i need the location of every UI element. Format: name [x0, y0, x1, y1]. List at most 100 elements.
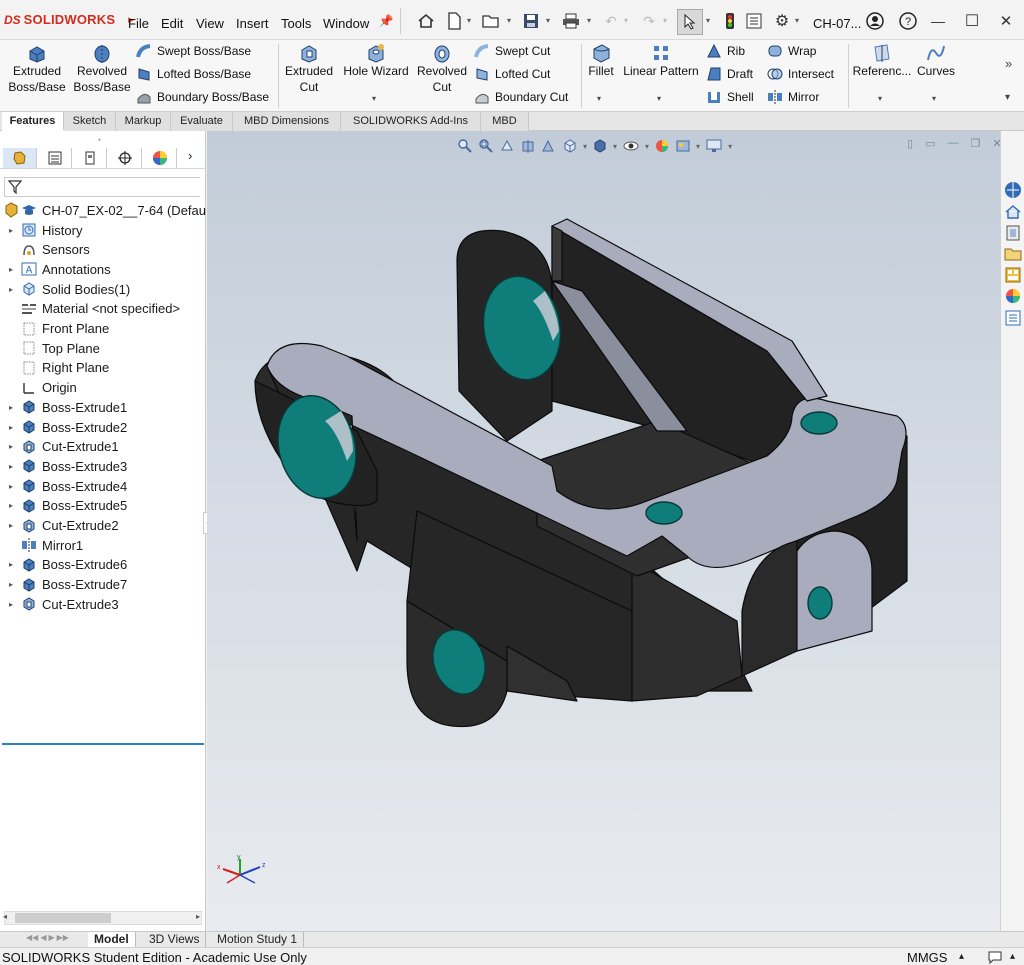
chevron-down-icon[interactable]: ▾: [663, 16, 667, 25]
chevron-down-icon[interactable]: ▾: [372, 94, 376, 103]
curves-button[interactable]: Curves: [914, 43, 958, 79]
chevron-down-icon[interactable]: ▾: [706, 16, 710, 25]
rebuild-traffic-light-icon[interactable]: [721, 12, 739, 30]
top-right-counterbore-hole[interactable]: [800, 411, 838, 435]
rib-button[interactable]: Rib: [706, 41, 745, 61]
rollback-bar[interactable]: [2, 743, 204, 745]
new-document-icon[interactable]: [445, 12, 463, 30]
tree-item-top-plane[interactable]: Top Plane: [0, 338, 206, 358]
expand-arrow-icon[interactable]: ▸: [4, 226, 18, 235]
swept-boss-base-button[interactable]: Swept Boss/Base: [136, 41, 251, 61]
extruded-cut-button[interactable]: Extruded Cut: [283, 43, 335, 95]
close-icon[interactable]: ✕: [997, 12, 1015, 30]
hole-wizard-button[interactable]: Hole Wizard: [340, 43, 412, 79]
dimxpert-manager-tab[interactable]: [108, 148, 142, 168]
chevron-down-icon[interactable]: ▾: [624, 16, 628, 25]
tree-item-boss-extrude7[interactable]: ▸ Boss-Extrude7: [0, 575, 206, 595]
unit-system-selector[interactable]: MMGS: [907, 950, 947, 965]
design-library-icon[interactable]: [1004, 224, 1022, 242]
chevron-down-icon[interactable]: ▾: [597, 94, 601, 103]
tree-item-origin[interactable]: Origin: [0, 378, 206, 398]
expand-arrow-icon[interactable]: ▸: [4, 423, 18, 432]
expand-arrow-icon[interactable]: ▸: [4, 521, 18, 530]
tree-item-annotations[interactable]: ▸ A Annotations: [0, 259, 206, 279]
chevron-down-icon[interactable]: ▾: [657, 94, 661, 103]
menu-edit[interactable]: Edit: [161, 16, 183, 31]
feature-manager-tab[interactable]: [3, 148, 37, 168]
tree-item-boss-extrude5[interactable]: ▸ Boss-Extrude5: [0, 496, 206, 516]
menu-file[interactable]: File: [128, 16, 149, 31]
expand-arrow-icon[interactable]: ▸: [4, 285, 18, 294]
tree-item-boss-extrude4[interactable]: ▸ Boss-Extrude4: [0, 476, 206, 496]
chevron-down-icon[interactable]: ▾: [878, 94, 882, 103]
pin-icon[interactable]: 📌: [377, 12, 395, 30]
solidworks-resources-globe-icon[interactable]: [1004, 181, 1022, 199]
property-manager-tab[interactable]: [38, 148, 72, 168]
menu-insert[interactable]: Insert: [236, 16, 269, 31]
maximize-icon[interactable]: ☐: [963, 12, 981, 30]
tree-filter-field[interactable]: [4, 177, 200, 197]
expand-arrow-icon[interactable]: ▸: [4, 501, 18, 510]
expand-arrow-icon[interactable]: ▸: [4, 265, 18, 274]
open-folder-icon[interactable]: [482, 12, 500, 30]
undo-icon[interactable]: ↶: [602, 12, 620, 30]
graphics-area[interactable]: ▾ ▾ ▾ ▾ ▾ ▯ ▭ — ❐ ✕ y z x: [207, 131, 1000, 931]
tree-item-boss-extrude2[interactable]: ▸ Boss-Extrude2: [0, 417, 206, 437]
fillet-button[interactable]: Fillet: [585, 43, 617, 79]
home-icon[interactable]: [417, 12, 435, 30]
chevron-right-icon[interactable]: ›: [188, 148, 192, 163]
tree-item-right-plane[interactable]: Right Plane: [0, 358, 206, 378]
top-front-counterbore-hole[interactable]: [645, 501, 683, 525]
boundary-cut-button[interactable]: Boundary Cut: [474, 87, 568, 107]
tab-mbd-dimensions[interactable]: MBD Dimensions: [233, 112, 341, 131]
part-model[interactable]: [207, 131, 1000, 931]
configuration-manager-tab[interactable]: [73, 148, 107, 168]
shell-button[interactable]: Shell: [706, 87, 754, 107]
last-tab-icon[interactable]: ▶▶: [57, 933, 69, 942]
chevron-down-icon[interactable]: ▾: [932, 94, 936, 103]
wrap-button[interactable]: Wrap: [767, 41, 816, 61]
menu-tools[interactable]: Tools: [281, 16, 311, 31]
tree-item-solid-bodies-1[interactable]: ▸ Solid Bodies(1): [0, 279, 206, 299]
expand-arrow-icon[interactable]: ▸: [4, 442, 18, 451]
chevron-down-icon[interactable]: ▾: [587, 16, 591, 25]
tab-3d-views[interactable]: 3D Views: [143, 932, 207, 948]
tab-motion-study[interactable]: Motion Study 1: [211, 932, 305, 948]
expand-arrow-icon[interactable]: ▸: [4, 482, 18, 491]
tree-item-material-not-specified[interactable]: Material <not specified>: [0, 299, 206, 319]
first-tab-icon[interactable]: ◀◀: [26, 933, 38, 942]
tree-item-cut-extrude3[interactable]: ▸ Cut-Extrude3: [0, 594, 206, 614]
tree-root-part[interactable]: CH-07_EX-02__7-64 (Defau: [0, 200, 206, 220]
menu-window[interactable]: Window: [323, 16, 369, 31]
tab-features[interactable]: Features: [2, 112, 64, 131]
chevron-up-icon[interactable]: ▴: [959, 951, 964, 962]
chevron-down-icon[interactable]: ▾: [1005, 92, 1010, 103]
expand-arrow-icon[interactable]: ▸: [4, 600, 18, 609]
tree-item-boss-extrude6[interactable]: ▸ Boss-Extrude6: [0, 555, 206, 575]
lofted-cut-button[interactable]: Lofted Cut: [474, 64, 550, 84]
tab-sketch[interactable]: Sketch: [64, 112, 116, 131]
lofted-boss-base-button[interactable]: Lofted Boss/Base: [136, 64, 251, 84]
filter-funnel-icon[interactable]: [8, 180, 22, 194]
save-icon[interactable]: [522, 12, 540, 30]
intersect-button[interactable]: Intersect: [767, 64, 834, 84]
tree-item-cut-extrude2[interactable]: ▸ Cut-Extrude2: [0, 516, 206, 536]
print-icon[interactable]: [562, 12, 580, 30]
expand-arrow-icon[interactable]: ▸: [4, 403, 18, 412]
horizontal-scrollbar[interactable]: [4, 911, 202, 925]
display-manager-tab[interactable]: [143, 148, 177, 168]
scroll-left-icon[interactable]: ◂: [3, 912, 7, 921]
tree-item-boss-extrude1[interactable]: ▸ Boss-Extrude1: [0, 397, 206, 417]
chevron-up-icon[interactable]: ▴: [1010, 951, 1015, 962]
revolved-cut-button[interactable]: Revolved Cut: [415, 43, 469, 95]
scrollbar-thumb[interactable]: [15, 913, 111, 923]
appearances-scenes-icon[interactable]: [1004, 287, 1022, 305]
custom-properties-icon[interactable]: [1004, 309, 1022, 327]
expand-arrow-icon[interactable]: ▸: [4, 580, 18, 589]
solidworks-logo[interactable]: DS SOLIDWORKS ▸: [4, 12, 134, 27]
tree-item-history[interactable]: ▸ History: [0, 220, 206, 240]
chevron-down-icon[interactable]: ▾: [507, 16, 511, 25]
redo-icon[interactable]: ↷: [640, 12, 658, 30]
options-gear-icon[interactable]: ⚙: [773, 12, 791, 30]
select-pointer-icon[interactable]: [677, 9, 703, 35]
